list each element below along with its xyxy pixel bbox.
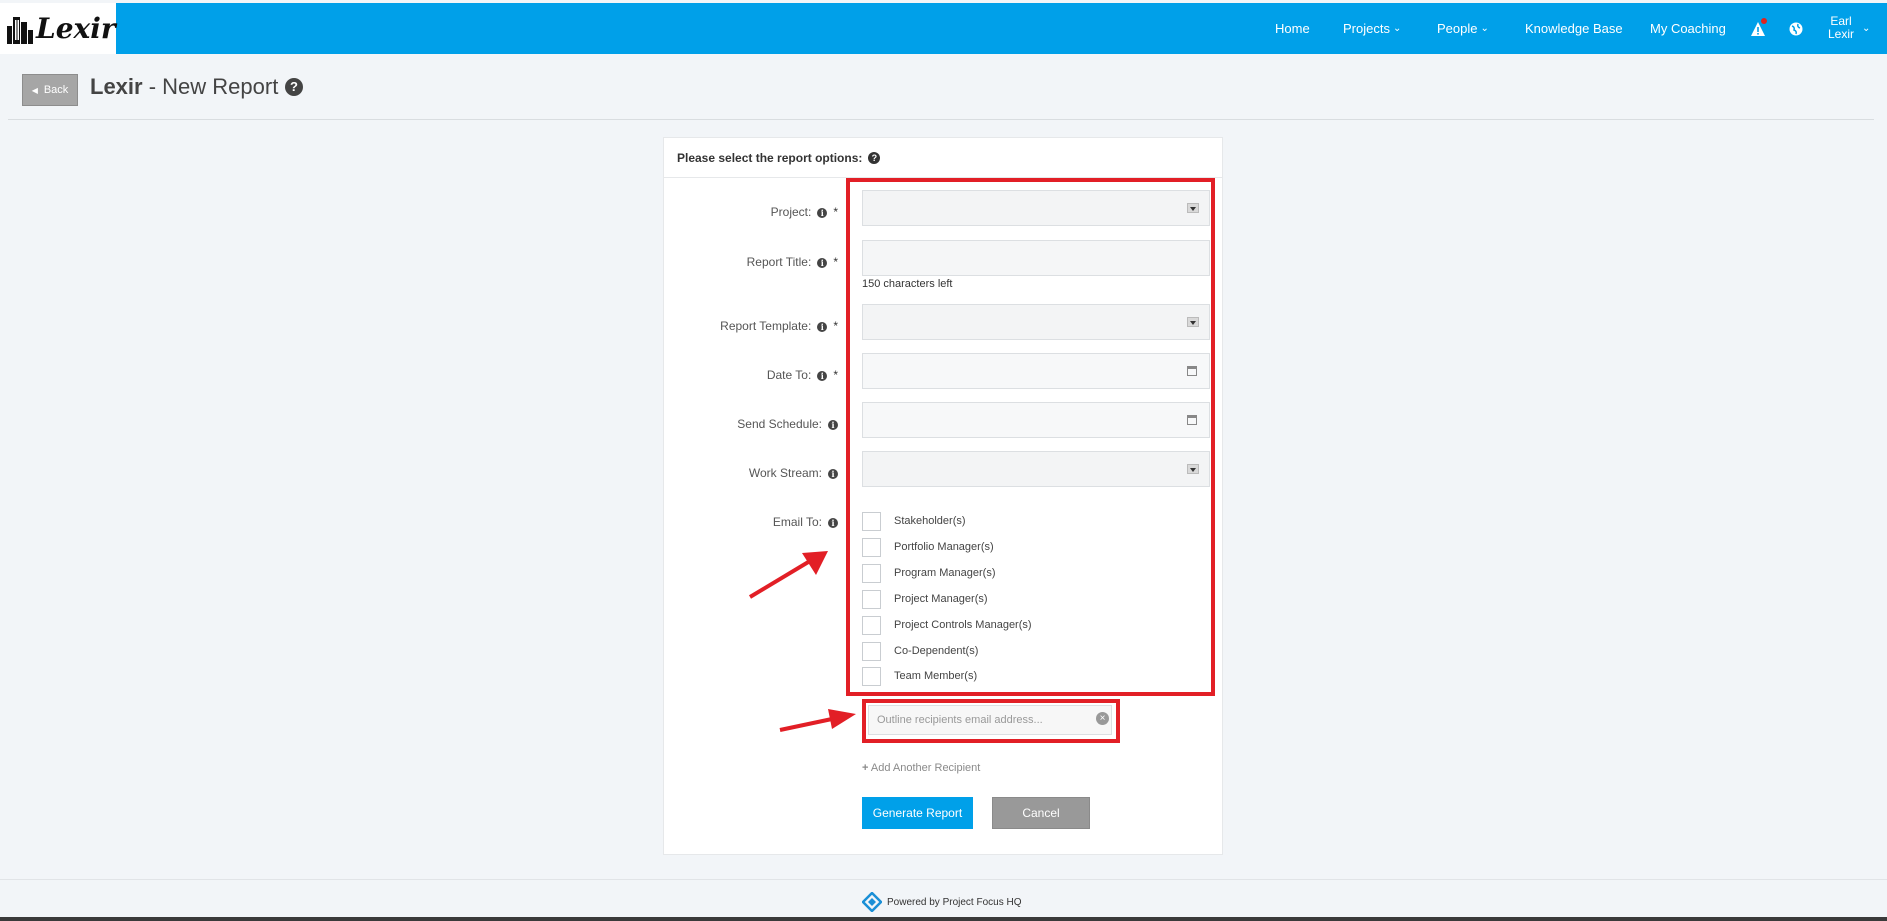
annotation-arrow-icon — [748, 551, 828, 599]
work-stream-label: Work Stream: i — [749, 466, 838, 480]
report-title-label-text: Report Title: — [746, 255, 812, 269]
nav-knowledge-base[interactable]: Knowledge Base — [1525, 3, 1623, 54]
nav-home[interactable]: Home — [1275, 3, 1310, 54]
header-divider — [8, 119, 1874, 120]
back-label: Back — [43, 84, 69, 96]
chevron-down-icon[interactable]: ⌄ — [1862, 23, 1870, 34]
help-icon[interactable]: ? — [868, 151, 881, 164]
plus-icon: + — [862, 762, 869, 774]
page-title-text: - New Report — [142, 74, 279, 99]
nav-people-label: People — [1437, 21, 1478, 36]
page-title-project: Lexir — [90, 74, 143, 99]
help-icon[interactable]: ? — [285, 78, 303, 96]
panel-heading-text: Please select the report options: — [677, 150, 863, 165]
info-icon[interactable]: i — [828, 518, 838, 528]
email-to-label-text: Email To: — [772, 515, 822, 529]
cancel-label: Cancel — [1022, 806, 1060, 820]
notification-dot — [1761, 18, 1767, 24]
footer-divider — [0, 879, 1887, 880]
add-recipient-link[interactable]: + Add Another Recipient — [862, 762, 980, 774]
add-recipient-label: Add Another Recipient — [870, 762, 981, 774]
nav-projects-label: Projects — [1343, 21, 1390, 36]
send-schedule-label: Send Schedule: i — [737, 417, 838, 431]
project-label-text: Project: — [770, 205, 812, 219]
project-focus-logo-icon — [862, 892, 882, 912]
window-bottom-edge — [0, 917, 1887, 921]
nav-home-label: Home — [1275, 21, 1310, 36]
nav-people[interactable]: People ⌄ — [1437, 3, 1489, 54]
project-label: Project: i * — [771, 205, 838, 219]
info-icon[interactable]: i — [817, 322, 828, 332]
globe-icon[interactable] — [1789, 22, 1803, 36]
nav-my-coaching[interactable]: My Coaching — [1650, 3, 1726, 54]
highlight-box-recipient — [862, 699, 1120, 743]
required-mark: * — [833, 319, 838, 333]
email-to-label: Email To: i — [773, 515, 838, 529]
user-last-name: Lexir — [1828, 27, 1855, 41]
back-button[interactable]: ◀ Back — [22, 74, 78, 106]
required-mark: * — [833, 205, 838, 219]
required-mark: * — [833, 368, 838, 382]
footer-text: Powered by Project Focus HQ — [887, 896, 1022, 908]
generate-report-label: Generate Report — [872, 806, 963, 820]
info-icon[interactable]: i — [817, 371, 828, 381]
chevron-down-icon: ⌄ — [1480, 23, 1489, 34]
report-template-label-text: Report Template: — [720, 319, 812, 333]
chevron-down-icon: ⌄ — [1392, 23, 1402, 34]
highlight-box-options — [846, 178, 1215, 696]
footer: Powered by Project Focus HQ — [862, 892, 1022, 912]
panel-heading: Please select the report options: ? — [664, 138, 1222, 178]
top-navbar: Lexir Home Projects ⌄ People ⌄ Knowledge… — [0, 3, 1887, 54]
date-to-label: Date To: i * — [767, 368, 838, 382]
annotation-arrow-icon — [779, 709, 856, 732]
user-menu[interactable]: Earl Lexir — [1828, 15, 1854, 41]
nav-knowledge-base-label: Knowledge Base — [1525, 21, 1623, 36]
cancel-button[interactable]: Cancel — [992, 797, 1090, 829]
send-schedule-label-text: Send Schedule: — [737, 417, 822, 431]
brand-logo[interactable]: Lexir — [0, 3, 116, 54]
building-logo-icon — [7, 16, 33, 44]
required-mark: * — [833, 255, 838, 269]
info-icon[interactable]: i — [828, 469, 838, 479]
chevron-left-icon: ◀ — [31, 85, 38, 95]
report-template-label: Report Template: i * — [720, 319, 838, 333]
nav-my-coaching-label: My Coaching — [1650, 21, 1726, 36]
info-icon[interactable]: i — [817, 208, 828, 218]
brand-name: Lexir — [36, 12, 116, 45]
page-title: Lexir - New Report — [90, 74, 278, 100]
work-stream-label-text: Work Stream: — [748, 466, 822, 480]
report-title-label: Report Title: i * — [747, 255, 838, 269]
date-to-label-text: Date To: — [766, 368, 812, 382]
generate-report-button[interactable]: Generate Report — [862, 797, 973, 829]
nav-projects[interactable]: Projects ⌄ — [1343, 3, 1401, 54]
info-icon[interactable]: i — [817, 258, 828, 268]
info-icon[interactable]: i — [828, 420, 838, 430]
